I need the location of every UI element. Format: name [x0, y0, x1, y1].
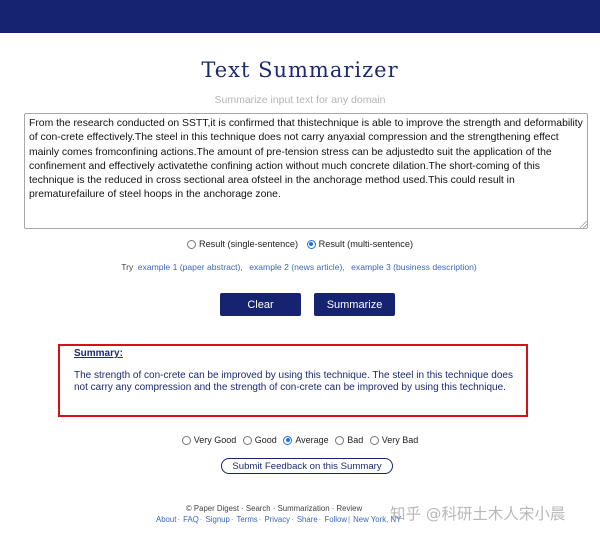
radio-very-good[interactable]: [181, 435, 191, 445]
rating-label-bad: Bad: [347, 435, 364, 445]
footer-about-link[interactable]: About: [156, 515, 176, 524]
submit-feedback-button[interactable]: Submit Feedback on this Summary: [221, 458, 393, 474]
mode-option-single[interactable]: Result (single-sentence): [186, 239, 299, 249]
rating-label-very-bad: Very Bad: [381, 435, 419, 445]
summary-text: The strength of con-crete can be improve…: [74, 370, 513, 393]
radio-multi-sentence[interactable]: [306, 239, 316, 249]
footer-follow-link[interactable]: Follow: [324, 515, 347, 524]
rating-bad[interactable]: Bad: [335, 435, 363, 445]
result-mode-group: Result (single-sentence) Result (multi-s…: [0, 239, 600, 251]
rating-label-good: Good: [254, 435, 277, 445]
footer-privacy-link[interactable]: Privacy: [265, 515, 291, 524]
footer-summarization-link[interactable]: Summarization: [278, 504, 330, 513]
example-links: Try example 1 (paper abstract), example …: [0, 262, 600, 272]
rating-label-very-good: Very Good: [193, 435, 237, 445]
watermark-text: 知乎 @科研土木人宋小晨: [390, 505, 566, 523]
page-title: Text Summarizer: [201, 58, 399, 82]
page-subtitle: Summarize input text for any domain: [214, 94, 386, 106]
summarize-button[interactable]: Summarize: [314, 293, 395, 316]
mode-option-multi[interactable]: Result (multi-sentence): [306, 239, 414, 249]
clear-button[interactable]: Clear: [220, 293, 301, 316]
footer-line-2: About· FAQ· Signup· Terms· Privacy· Shar…: [156, 515, 402, 524]
radio-average[interactable]: [283, 435, 293, 445]
footer-terms-link[interactable]: Terms: [236, 515, 257, 524]
radio-very-bad[interactable]: [369, 435, 379, 445]
footer-faq-link[interactable]: FAQ: [183, 515, 199, 524]
example-2-link[interactable]: example 2 (news article),: [249, 262, 345, 272]
input-text-area[interactable]: From the research conducted on SSTT,it i…: [24, 113, 588, 229]
mode-label-single: Result (single-sentence): [198, 239, 299, 249]
footer-share-link[interactable]: Share: [297, 515, 318, 524]
examples-prefix: Try: [121, 262, 134, 272]
footer-line-1: © Paper Digest · Search · Summarization …: [186, 504, 363, 513]
footer-search-link[interactable]: Search: [246, 504, 271, 513]
textarea-resize-handle[interactable]: [580, 221, 587, 228]
rating-label-average: Average: [295, 435, 329, 445]
footer-brand-link[interactable]: © Paper Digest: [186, 504, 239, 513]
top-navigation-bar: [0, 0, 600, 33]
radio-bad[interactable]: [335, 435, 345, 445]
rating-very-bad[interactable]: Very Bad: [369, 435, 419, 445]
radio-single-sentence[interactable]: [186, 239, 196, 249]
footer-signup-link[interactable]: Signup: [206, 515, 230, 524]
rating-very-good[interactable]: Very Good: [181, 435, 237, 445]
rating-good[interactable]: Good: [242, 435, 277, 445]
footer-review-link[interactable]: Review: [337, 504, 363, 513]
rating-average[interactable]: Average: [283, 435, 329, 445]
rating-group: Very Good Good Average Bad Very Bad: [0, 435, 600, 447]
mode-label-multi: Result (multi-sentence): [318, 239, 414, 249]
example-1-link[interactable]: example 1 (paper abstract),: [138, 262, 243, 272]
radio-good[interactable]: [242, 435, 252, 445]
summary-heading: Summary:: [74, 348, 123, 359]
example-3-link[interactable]: example 3 (business description): [351, 262, 477, 272]
